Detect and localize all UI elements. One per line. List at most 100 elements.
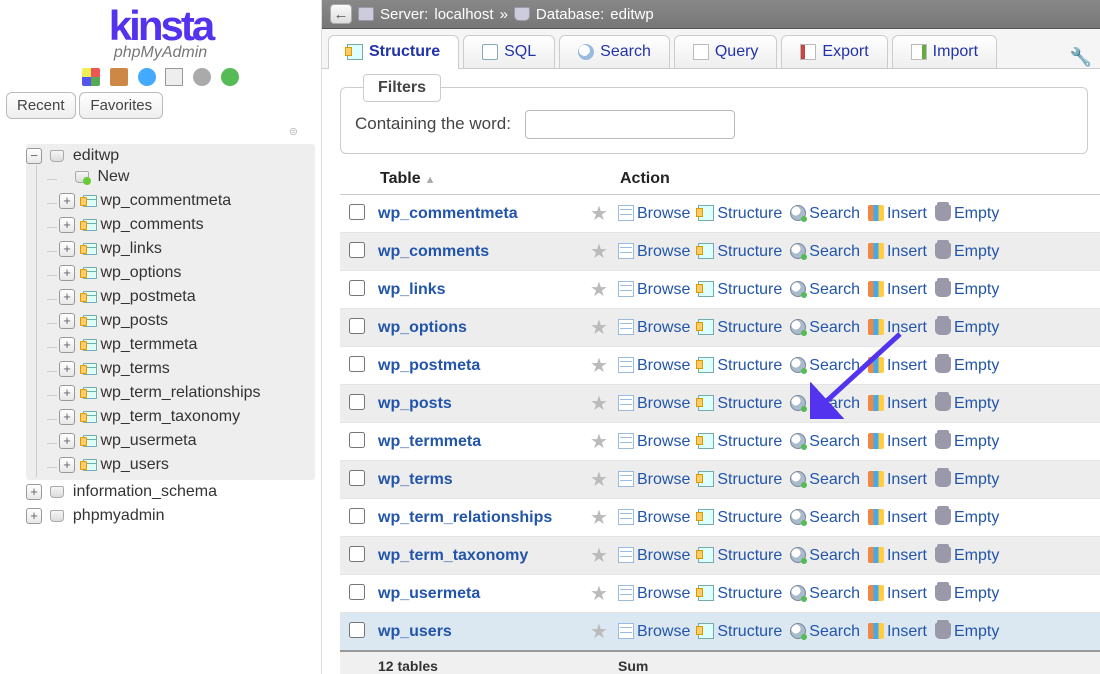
action-insert[interactable]: Insert xyxy=(868,433,927,450)
tab-import[interactable]: Import xyxy=(892,35,997,68)
tree-table-wp_users[interactable]: + wp_users xyxy=(57,453,315,477)
action-empty[interactable]: Empty xyxy=(935,319,999,336)
action-empty[interactable]: Empty xyxy=(935,585,999,602)
favorite-star-icon[interactable]: ★ xyxy=(590,507,608,529)
back-button[interactable]: ← xyxy=(330,4,352,24)
action-browse[interactable]: Browse xyxy=(618,205,690,222)
expand-icon[interactable]: + xyxy=(26,484,42,500)
action-search[interactable]: Search xyxy=(790,319,860,336)
row-checkbox[interactable] xyxy=(349,204,365,220)
action-search[interactable]: Search xyxy=(790,205,860,222)
breadcrumb-db-link[interactable]: editwp xyxy=(610,6,653,23)
favorite-star-icon[interactable]: ★ xyxy=(590,279,608,301)
tab-export[interactable]: Export xyxy=(781,35,887,68)
favorite-star-icon[interactable]: ★ xyxy=(590,431,608,453)
tree-table-wp_comments[interactable]: + wp_comments xyxy=(57,213,315,237)
tree-table-label[interactable]: wp_links xyxy=(100,240,161,257)
expand-icon[interactable]: + xyxy=(59,457,75,473)
favorite-star-icon[interactable]: ★ xyxy=(590,241,608,263)
action-browse[interactable]: Browse xyxy=(618,623,690,640)
favorite-star-icon[interactable]: ★ xyxy=(590,203,608,225)
table-name-link[interactable]: wp_commentmeta xyxy=(378,205,518,222)
tree-new[interactable]: New xyxy=(57,165,315,189)
favorite-star-icon[interactable]: ★ xyxy=(590,469,608,491)
row-checkbox[interactable] xyxy=(349,318,365,334)
tree-table-label[interactable]: wp_commentmeta xyxy=(100,192,231,209)
tree-table-label[interactable]: wp_users xyxy=(100,456,168,473)
action-empty[interactable]: Empty xyxy=(935,623,999,640)
action-browse[interactable]: Browse xyxy=(618,547,690,564)
col-table[interactable]: Table▲ xyxy=(374,164,586,195)
row-checkbox[interactable] xyxy=(349,242,365,258)
help-icon[interactable] xyxy=(138,68,156,86)
action-structure[interactable]: Structure xyxy=(698,319,782,336)
action-browse[interactable]: Browse xyxy=(618,243,690,260)
row-checkbox[interactable] xyxy=(349,356,365,372)
tree-table-label[interactable]: wp_posts xyxy=(100,312,168,329)
row-checkbox[interactable] xyxy=(349,470,365,486)
favorite-star-icon[interactable]: ★ xyxy=(590,545,608,567)
logout-icon[interactable] xyxy=(110,68,128,86)
tab-query[interactable]: Query xyxy=(674,35,778,68)
tree-table-wp_terms[interactable]: + wp_terms xyxy=(57,357,315,381)
action-structure[interactable]: Structure xyxy=(698,433,782,450)
action-search[interactable]: Search xyxy=(790,547,860,564)
tree-table-wp_options[interactable]: + wp_options xyxy=(57,261,315,285)
tree-table-wp_commentmeta[interactable]: + wp_commentmeta xyxy=(57,189,315,213)
action-empty[interactable]: Empty xyxy=(935,433,999,450)
tab-search[interactable]: Search xyxy=(559,35,670,68)
settings-icon[interactable] xyxy=(193,68,211,86)
favorites-button[interactable]: Favorites xyxy=(79,92,163,119)
table-name-link[interactable]: wp_comments xyxy=(378,243,489,260)
action-structure[interactable]: Structure xyxy=(698,357,782,374)
tree-table-label[interactable]: wp_postmeta xyxy=(100,288,195,305)
favorite-star-icon[interactable]: ★ xyxy=(590,393,608,415)
action-insert[interactable]: Insert xyxy=(868,319,927,336)
table-name-link[interactable]: wp_options xyxy=(378,319,467,336)
table-name-link[interactable]: wp_links xyxy=(378,281,446,298)
collapse-icon[interactable]: − xyxy=(26,148,42,164)
home-icon[interactable] xyxy=(82,68,100,86)
expand-icon[interactable]: + xyxy=(59,193,75,209)
favorite-star-icon[interactable]: ★ xyxy=(590,621,608,643)
favorite-star-icon[interactable]: ★ xyxy=(590,317,608,339)
expand-icon[interactable]: + xyxy=(26,508,42,524)
expand-icon[interactable]: + xyxy=(59,337,75,353)
action-structure[interactable]: Structure xyxy=(698,281,782,298)
action-insert[interactable]: Insert xyxy=(868,509,927,526)
action-browse[interactable]: Browse xyxy=(618,395,690,412)
action-insert[interactable]: Insert xyxy=(868,547,927,564)
action-search[interactable]: Search xyxy=(790,395,860,412)
action-insert[interactable]: Insert xyxy=(868,585,927,602)
row-checkbox[interactable] xyxy=(349,280,365,296)
table-name-link[interactable]: wp_terms xyxy=(378,471,453,488)
tree-db-label[interactable]: editwp xyxy=(73,147,119,164)
table-name-link[interactable]: wp_posts xyxy=(378,395,452,412)
action-empty[interactable]: Empty xyxy=(935,395,999,412)
table-name-link[interactable]: wp_term_relationships xyxy=(378,509,552,526)
tree-table-wp_links[interactable]: + wp_links xyxy=(57,237,315,261)
tree-table-label[interactable]: wp_comments xyxy=(100,216,203,233)
action-browse[interactable]: Browse xyxy=(618,585,690,602)
action-insert[interactable]: Insert xyxy=(868,243,927,260)
docs-icon[interactable] xyxy=(165,68,183,86)
expand-icon[interactable]: + xyxy=(59,241,75,257)
action-browse[interactable]: Browse xyxy=(618,433,690,450)
action-insert[interactable]: Insert xyxy=(868,471,927,488)
tree-db-information_schema[interactable]: + information_schema xyxy=(26,480,315,504)
action-insert[interactable]: Insert xyxy=(868,623,927,640)
action-insert[interactable]: Insert xyxy=(868,395,927,412)
tab-sql[interactable]: SQL xyxy=(463,35,555,68)
tree-table-wp_usermeta[interactable]: + wp_usermeta xyxy=(57,429,315,453)
action-search[interactable]: Search xyxy=(790,585,860,602)
action-structure[interactable]: Structure xyxy=(698,585,782,602)
action-browse[interactable]: Browse xyxy=(618,509,690,526)
tree-db-editwp[interactable]: − editwp New + wp_commentmeta+ wp_commen… xyxy=(26,144,315,480)
tree-table-label[interactable]: wp_term_relationships xyxy=(100,384,260,401)
action-empty[interactable]: Empty xyxy=(935,243,999,260)
action-empty[interactable]: Empty xyxy=(935,471,999,488)
table-name-link[interactable]: wp_usermeta xyxy=(378,585,480,602)
action-structure[interactable]: Structure xyxy=(698,547,782,564)
action-search[interactable]: Search xyxy=(790,471,860,488)
action-insert[interactable]: Insert xyxy=(868,357,927,374)
